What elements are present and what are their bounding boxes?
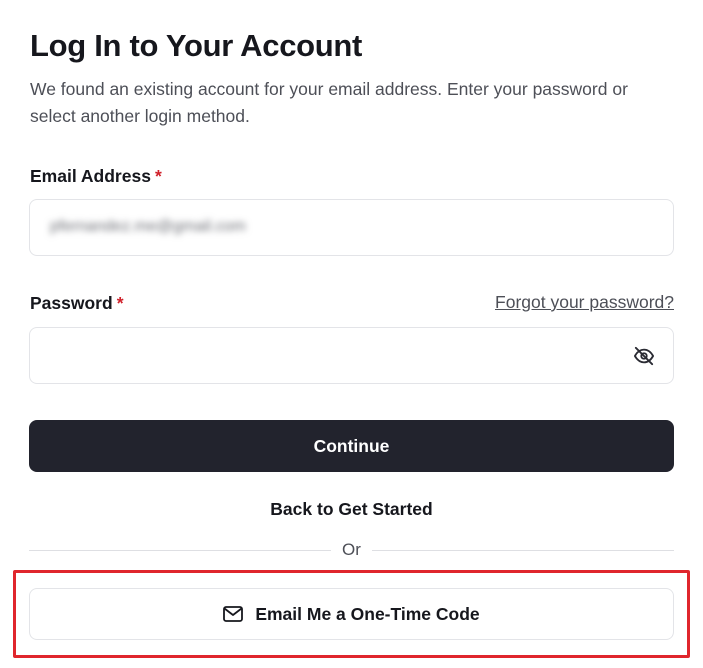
divider-line-left	[29, 550, 331, 551]
page-subtitle: We found an existing account for your em…	[30, 79, 628, 126]
divider-or: Or	[342, 540, 361, 559]
email-label: Email Address *	[30, 166, 162, 187]
required-marker: *	[116, 293, 124, 313]
email-value: pfernandez.me@gmail.com	[50, 218, 246, 235]
page-title: Log In to Your Account	[30, 28, 363, 63]
back-to-get-started-link[interactable]: Back to Get Started	[0, 499, 703, 520]
required-marker: *	[154, 166, 162, 186]
otp-button-label: Email Me a One-Time Code	[255, 603, 480, 624]
forgot-password-link[interactable]: Forgot your password?	[495, 292, 674, 313]
eye-off-icon[interactable]	[633, 346, 655, 366]
email-field[interactable]: pfernandez.me@gmail.com	[29, 199, 674, 256]
email-label-text: Email Address	[30, 166, 151, 186]
divider-line-right	[372, 550, 674, 551]
email-one-time-code-button[interactable]: Email Me a One-Time Code	[29, 588, 674, 640]
password-field[interactable]	[29, 327, 674, 384]
password-label: Password *	[30, 293, 124, 314]
login-page: Log In to Your Account We found an exist…	[0, 0, 703, 668]
password-label-text: Password	[30, 293, 113, 313]
mail-icon	[223, 606, 244, 622]
password-input[interactable]	[48, 338, 608, 374]
continue-button[interactable]: Continue	[29, 420, 674, 472]
